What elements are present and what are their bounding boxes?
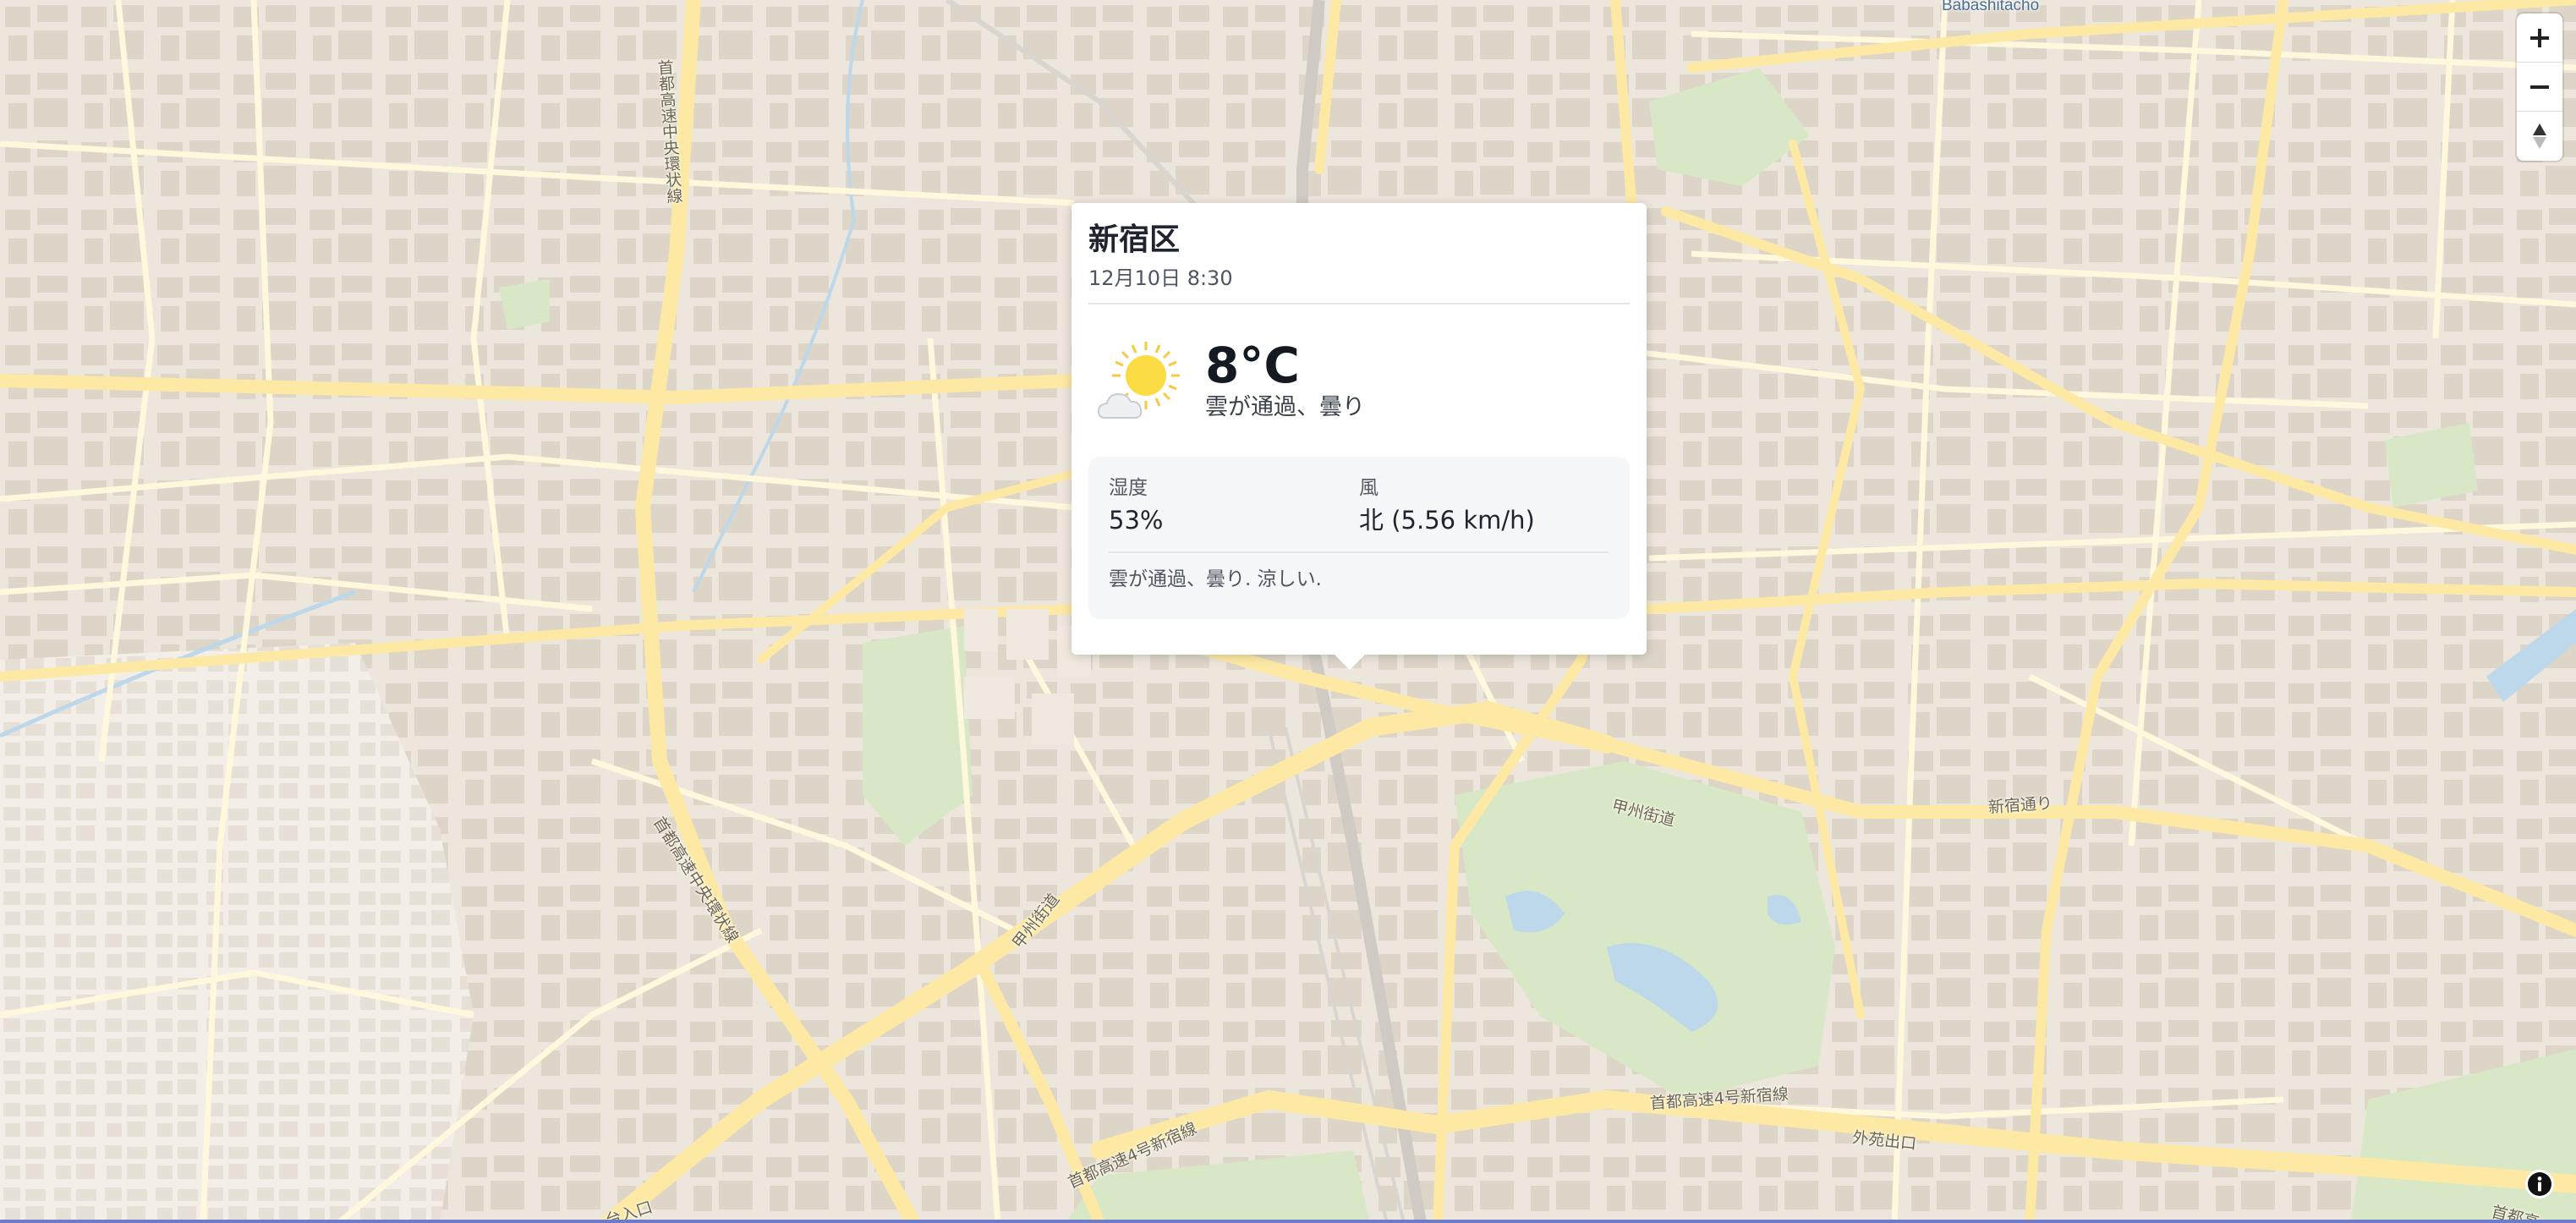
zoom-out-button[interactable] <box>2517 63 2562 112</box>
humidity-block: 湿度 53% <box>1109 475 1359 536</box>
weather-popup: 新宿区 12月10日 8:30 8°C 雲が通過、曇り 湿度 53% 風 北 (… <box>1072 203 1647 655</box>
weather-description: 雲が通過、曇り. 涼しい. <box>1109 568 1322 590</box>
wind-value: 北 (5.56 km/h) <box>1359 506 1535 535</box>
weather-condition: 雲が通過、曇り <box>1205 394 1365 420</box>
popup-date: 12月10日 8:30 <box>1088 266 1233 290</box>
zoom-in-button[interactable] <box>2517 14 2562 63</box>
popup-tip <box>1333 653 1367 670</box>
popup-divider <box>1088 303 1630 304</box>
wind-label: 風 <box>1359 477 1378 499</box>
info-icon <box>2528 1172 2551 1196</box>
details-divider <box>1109 551 1609 553</box>
road-label-shinjuku-dori: 新宿通り <box>1987 793 2053 817</box>
minus-icon <box>2530 85 2549 89</box>
map-navigation-control <box>2517 14 2562 161</box>
popup-title: 新宿区 <box>1088 222 1181 257</box>
wind-block: 風 北 (5.56 km/h) <box>1359 475 1609 536</box>
partly-cloudy-sun-icon <box>1097 342 1180 419</box>
humidity-value: 53% <box>1109 506 1164 535</box>
compass-icon <box>2533 123 2546 149</box>
temperature-value: 8°C <box>1205 337 1300 394</box>
attribution-button[interactable] <box>2525 1170 2554 1198</box>
reset-bearing-button[interactable] <box>2517 112 2562 161</box>
plus-icon <box>2530 28 2549 47</box>
humidity-label: 湿度 <box>1109 477 1148 499</box>
weather-details: 湿度 53% 風 北 (5.56 km/h) 雲が通過、曇り. 涼しい. <box>1088 457 1630 619</box>
place-label-babashitacho: Babashitacho <box>1942 0 2040 14</box>
weather-summary: 8°C 雲が通過、曇り <box>1088 337 1630 425</box>
bottom-edge-bar <box>0 1220 2576 1223</box>
